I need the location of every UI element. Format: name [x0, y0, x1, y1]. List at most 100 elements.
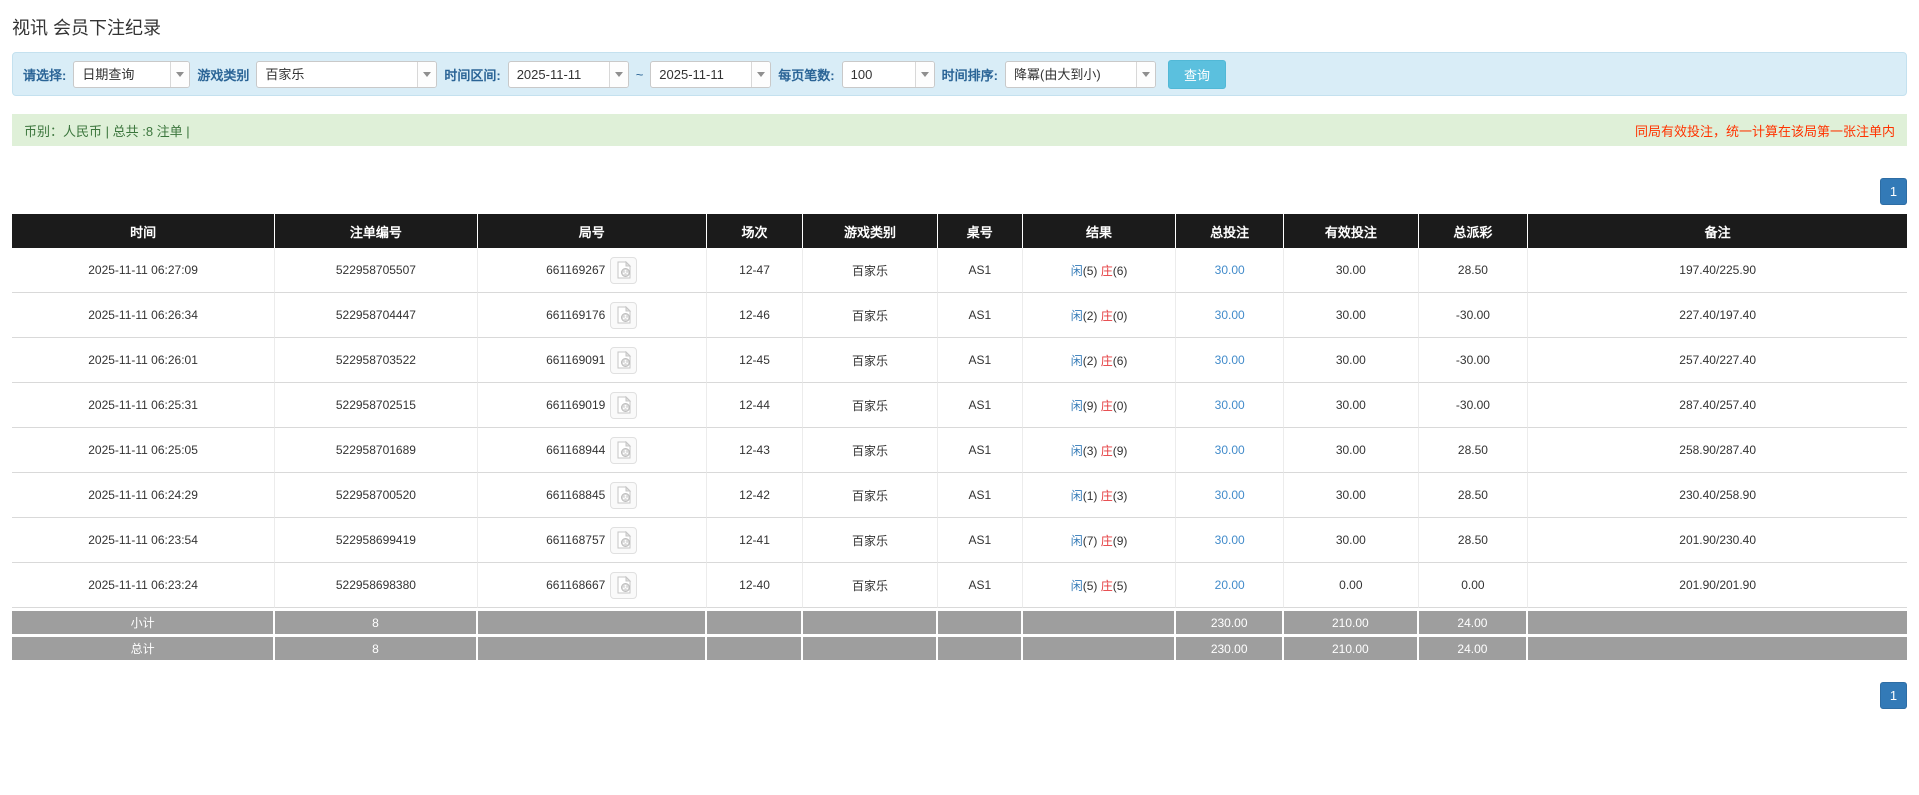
date-from-dropdown[interactable]: 2025-11-11: [508, 61, 629, 88]
chevron-down-icon[interactable]: [609, 62, 628, 87]
cell-bet-id: 522958702515: [275, 383, 478, 428]
player-result-label: 闲: [1071, 309, 1083, 323]
cell-bet-id: 522958699419: [275, 518, 478, 563]
subtotal-count: 8: [275, 608, 478, 634]
cell-result: 闲(3) 庄(9): [1023, 428, 1176, 473]
cell-result: 闲(5) 庄(5): [1023, 563, 1176, 608]
round-number: 661168667: [546, 578, 605, 592]
cell-result: 闲(7) 庄(9): [1023, 518, 1176, 563]
film-file-icon: [616, 576, 632, 594]
table-row: 2025-11-11 06:27:09 522958705507 6611692…: [12, 248, 1907, 293]
total-bet-link[interactable]: 20.00: [1215, 578, 1245, 592]
cell-table-no: AS1: [938, 428, 1023, 473]
player-result-value: (5): [1083, 579, 1098, 593]
chevron-down-icon[interactable]: [915, 62, 934, 87]
cell-valid-bet: 30.00: [1284, 473, 1418, 518]
cell-table-no: AS1: [938, 248, 1023, 293]
video-replay-button[interactable]: [610, 572, 637, 599]
cell-round: 661169091: [478, 338, 707, 383]
page-size-dropdown[interactable]: 100: [842, 61, 935, 88]
cell-payout: -30.00: [1419, 383, 1529, 428]
date-to-dropdown[interactable]: 2025-11-11: [650, 61, 771, 88]
cell-round: 661168944: [478, 428, 707, 473]
total-bet-link[interactable]: 30.00: [1215, 488, 1245, 502]
cell-payout: -30.00: [1419, 338, 1529, 383]
total-bet-link[interactable]: 30.00: [1215, 263, 1245, 277]
cell-game-type: 百家乐: [803, 563, 937, 608]
grand-total-payout: 24.00: [1419, 634, 1529, 660]
cell-valid-bet: 30.00: [1284, 338, 1418, 383]
player-result-value: (2): [1083, 309, 1098, 323]
grand-total-total-bet: 230.00: [1176, 634, 1284, 660]
banker-result-value: (6): [1113, 264, 1128, 278]
chevron-down-icon[interactable]: [170, 62, 189, 87]
video-replay-button[interactable]: [610, 392, 637, 419]
banker-result-label: 庄: [1101, 309, 1113, 323]
cell-total-bet: 30.00: [1176, 428, 1284, 473]
cell-result: 闲(9) 庄(0): [1023, 383, 1176, 428]
cell-total-bet: 20.00: [1176, 563, 1284, 608]
cell-game-type: 百家乐: [803, 293, 937, 338]
chevron-down-icon[interactable]: [417, 62, 436, 87]
video-replay-button[interactable]: [610, 482, 637, 509]
banker-result-value: (6): [1113, 354, 1128, 368]
subtotal-row: 小计 8 230.00 210.00 24.00: [12, 608, 1907, 634]
banker-result-value: (9): [1113, 444, 1128, 458]
round-number: 661169267: [546, 263, 605, 277]
total-bet-link[interactable]: 30.00: [1215, 398, 1245, 412]
sort-order-value: 降冪(由大到小): [1006, 62, 1136, 87]
player-result-value: (1): [1083, 489, 1098, 503]
chevron-down-icon[interactable]: [751, 62, 770, 87]
banker-result-value: (9): [1113, 534, 1128, 548]
table-row: 2025-11-11 06:23:54 522958699419 6611687…: [12, 518, 1907, 563]
total-bet-link[interactable]: 30.00: [1215, 533, 1245, 547]
banker-result-value: (3): [1113, 489, 1128, 503]
cell-remark: 201.90/201.90: [1528, 563, 1907, 608]
cell-total-bet: 30.00: [1176, 473, 1284, 518]
video-replay-button[interactable]: [610, 347, 637, 374]
cell-bet-id: 522958703522: [275, 338, 478, 383]
cell-round: 661169019: [478, 383, 707, 428]
banker-result-label: 庄: [1101, 534, 1113, 548]
video-replay-button[interactable]: [610, 302, 637, 329]
chevron-down-icon[interactable]: [1136, 62, 1155, 87]
search-button[interactable]: 查询: [1168, 60, 1226, 89]
pagination-page-1-button[interactable]: 1: [1880, 682, 1907, 709]
cell-remark: 287.40/257.40: [1528, 383, 1907, 428]
game-type-dropdown[interactable]: 百家乐: [256, 61, 437, 88]
column-header-result: 结果: [1023, 214, 1176, 248]
cell-time: 2025-11-11 06:23:54: [12, 518, 275, 563]
grand-total-label: 总计: [12, 634, 275, 660]
grand-total-count: 8: [275, 634, 478, 660]
cell-payout: 28.50: [1419, 428, 1529, 473]
sort-order-dropdown[interactable]: 降冪(由大到小): [1005, 61, 1156, 88]
cell-payout: 28.50: [1419, 473, 1529, 518]
cell-result: 闲(1) 庄(3): [1023, 473, 1176, 518]
total-bet-link[interactable]: 30.00: [1215, 443, 1245, 457]
page-title: 视讯 会员下注纪录: [12, 0, 1907, 40]
cell-payout: 28.50: [1419, 248, 1529, 293]
player-result-label: 闲: [1071, 264, 1083, 278]
cell-round: 661168845: [478, 473, 707, 518]
total-bet-link[interactable]: 30.00: [1215, 353, 1245, 367]
total-bet-link[interactable]: 30.00: [1215, 308, 1245, 322]
player-result-value: (5): [1083, 264, 1098, 278]
column-header-payout: 总派彩: [1419, 214, 1529, 248]
query-type-dropdown[interactable]: 日期查询: [73, 61, 190, 88]
pagination-page-1-button[interactable]: 1: [1880, 178, 1907, 205]
video-replay-button[interactable]: [610, 437, 637, 464]
video-replay-button[interactable]: [610, 257, 637, 284]
table-row: 2025-11-11 06:23:24 522958698380 6611686…: [12, 563, 1907, 608]
query-type-value: 日期查询: [74, 62, 170, 87]
page-size-value: 100: [843, 62, 915, 87]
cell-bet-id: 522958704447: [275, 293, 478, 338]
cell-remark: 197.40/225.90: [1528, 248, 1907, 293]
cell-game-type: 百家乐: [803, 518, 937, 563]
round-number: 661168757: [546, 533, 605, 547]
column-header-bet-id: 注单编号: [275, 214, 478, 248]
video-replay-button[interactable]: [610, 527, 637, 554]
banker-result-label: 庄: [1101, 444, 1113, 458]
cell-session: 12-47: [707, 248, 804, 293]
round-number: 661169176: [546, 308, 605, 322]
cell-session: 12-40: [707, 563, 804, 608]
